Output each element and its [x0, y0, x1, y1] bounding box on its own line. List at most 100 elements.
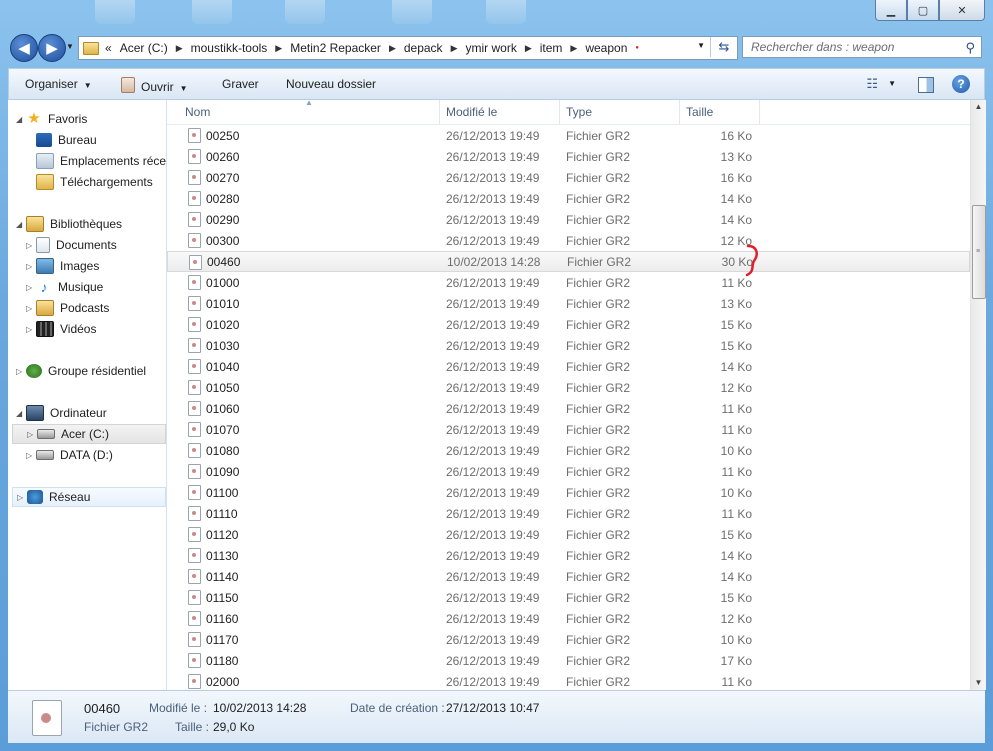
- file-row[interactable]: 02000 26/12/2013 19:49 Fichier GR2 11 Ko: [167, 671, 970, 690]
- expanded-arrow-icon[interactable]: ◢: [16, 220, 26, 229]
- sidebar-item-network[interactable]: ▷ Réseau: [12, 487, 166, 507]
- file-row[interactable]: 01120 26/12/2013 19:49 Fichier GR2 15 Ko: [167, 524, 970, 545]
- column-header-size[interactable]: Taille: [686, 105, 713, 119]
- file-row[interactable]: 00260 26/12/2013 19:49 Fichier GR2 13 Ko: [167, 146, 970, 167]
- breadcrumb-ymir-work[interactable]: ymir work ▶: [465, 41, 539, 55]
- sidebar-item-computer[interactable]: ◢ Ordinateur: [16, 403, 107, 423]
- file-row[interactable]: 00280 26/12/2013 19:49 Fichier GR2 14 Ko: [167, 188, 970, 209]
- new-folder-button[interactable]: Nouveau dossier: [286, 77, 376, 91]
- scroll-down-button[interactable]: ▼: [971, 676, 986, 690]
- file-row[interactable]: 00290 26/12/2013 19:49 Fichier GR2 14 Ko: [167, 209, 970, 230]
- sidebar-item-videos[interactable]: ▷ Vidéos: [26, 319, 96, 339]
- file-row[interactable]: 01020 26/12/2013 19:49 Fichier GR2 15 Ko: [167, 314, 970, 335]
- chevron-right-icon[interactable]: ▶: [176, 43, 183, 54]
- sidebar-item-recent-places[interactable]: Emplacements récents: [36, 151, 166, 171]
- column-header-name[interactable]: Nom: [185, 105, 210, 119]
- sidebar-item-images[interactable]: ▷ Images: [26, 256, 99, 276]
- collapsed-arrow-icon[interactable]: ▷: [26, 283, 36, 292]
- breadcrumb-moustikk-tools[interactable]: moustikk-tools ▶: [191, 41, 291, 55]
- collapsed-arrow-icon[interactable]: ▷: [16, 367, 26, 376]
- close-button[interactable]: ✕: [939, 0, 985, 21]
- minimize-button[interactable]: ▁: [875, 0, 907, 21]
- expanded-arrow-icon[interactable]: ◢: [16, 409, 26, 418]
- view-options-icon[interactable]: ☷: [866, 76, 878, 92]
- file-row[interactable]: 01000 26/12/2013 19:49 Fichier GR2 11 Ko: [167, 272, 970, 293]
- collapsed-arrow-icon[interactable]: ▷: [26, 241, 36, 250]
- file-row[interactable]: 01170 26/12/2013 19:49 Fichier GR2 10 Ko: [167, 629, 970, 650]
- file-row[interactable]: 01160 26/12/2013 19:49 Fichier GR2 12 Ko: [167, 608, 970, 629]
- breadcrumb-weapon[interactable]: weapon ●: [585, 41, 647, 55]
- collapsed-arrow-icon[interactable]: ▷: [26, 325, 36, 334]
- file-row[interactable]: 01050 26/12/2013 19:49 Fichier GR2 12 Ko: [167, 377, 970, 398]
- file-row[interactable]: 00270 26/12/2013 19:49 Fichier GR2 16 Ko: [167, 167, 970, 188]
- file-row[interactable]: 01150 26/12/2013 19:49 Fichier GR2 15 Ko: [167, 587, 970, 608]
- file-row[interactable]: 01180 26/12/2013 19:49 Fichier GR2 17 Ko: [167, 650, 970, 671]
- file-row[interactable]: 01070 26/12/2013 19:49 Fichier GR2 11 Ko: [167, 419, 970, 440]
- maximize-button[interactable]: ▢: [907, 0, 939, 21]
- vertical-scrollbar[interactable]: ▲ ≡ ▼: [970, 100, 986, 690]
- scroll-up-button[interactable]: ▲: [971, 100, 986, 114]
- file-row[interactable]: 01010 26/12/2013 19:49 Fichier GR2 13 Ko: [167, 293, 970, 314]
- sidebar-item-libraries[interactable]: ◢ Bibliothèques: [16, 214, 122, 234]
- sidebar-item-homegroup[interactable]: ▷ Groupe résidentiel: [16, 361, 146, 381]
- breadcrumb-acer-c[interactable]: Acer (C:) ▶: [120, 41, 191, 55]
- back-button[interactable]: ◀: [10, 34, 38, 62]
- search-icon[interactable]: ⚲: [965, 40, 975, 56]
- chevron-right-icon[interactable]: ▶: [389, 43, 396, 54]
- address-bar[interactable]: « Acer (C:) ▶ moustikk-tools ▶ Metin2 Repa…: [78, 36, 738, 60]
- chevron-right-icon[interactable]: ●: [635, 45, 639, 51]
- burn-button[interactable]: Graver: [222, 77, 259, 91]
- address-dropdown[interactable]: ▼: [697, 41, 705, 50]
- column-header-type[interactable]: Type: [566, 105, 592, 119]
- chevron-right-icon[interactable]: ▶: [275, 43, 282, 54]
- chevron-right-icon[interactable]: ▶: [451, 43, 458, 54]
- chevron-right-icon[interactable]: ▶: [570, 43, 577, 54]
- sidebar-item-music[interactable]: ▷ ♪ Musique: [26, 277, 103, 297]
- file-row[interactable]: 01080 26/12/2013 19:49 Fichier GR2 10 Ko: [167, 440, 970, 461]
- breadcrumb-item[interactable]: item ▶: [540, 41, 586, 55]
- forward-button[interactable]: ▶: [38, 34, 66, 62]
- recent-pages-dropdown[interactable]: ▼: [66, 42, 74, 51]
- scroll-thumb[interactable]: ≡: [972, 205, 986, 299]
- file-row[interactable]: 01140 26/12/2013 19:49 Fichier GR2 14 Ko: [167, 566, 970, 587]
- sidebar-item-downloads[interactable]: Téléchargements: [36, 172, 153, 192]
- file-row[interactable]: 01130 26/12/2013 19:49 Fichier GR2 14 Ko: [167, 545, 970, 566]
- refresh-button[interactable]: ⇆: [710, 37, 737, 57]
- column-divider[interactable]: [759, 100, 760, 124]
- column-header-modified[interactable]: Modifié le: [446, 105, 497, 119]
- sidebar-item-drive-c[interactable]: ▷ Acer (C:): [12, 424, 166, 444]
- file-row[interactable]: 01030 26/12/2013 19:49 Fichier GR2 15 Ko: [167, 335, 970, 356]
- collapsed-arrow-icon[interactable]: ▷: [17, 493, 27, 502]
- preview-pane-icon[interactable]: [918, 77, 934, 93]
- view-dropdown[interactable]: ▼: [888, 79, 896, 88]
- file-row[interactable]: 00300 26/12/2013 19:49 Fichier GR2 12 Ko: [167, 230, 970, 251]
- help-button[interactable]: ?: [952, 75, 970, 93]
- breadcrumb-metin2-repacker[interactable]: Metin2 Repacker ▶: [290, 41, 404, 55]
- column-divider[interactable]: [679, 100, 680, 124]
- column-divider[interactable]: [439, 100, 440, 124]
- sidebar-item-favorites[interactable]: ◢ ★ Favoris: [16, 109, 87, 129]
- open-button[interactable]: Ouvrir ▼: [121, 77, 188, 94]
- file-row[interactable]: 01110 26/12/2013 19:49 Fichier GR2 11 Ko: [167, 503, 970, 524]
- collapsed-arrow-icon[interactable]: ▷: [26, 304, 36, 313]
- breadcrumb-depack[interactable]: depack ▶: [404, 41, 466, 55]
- file-row[interactable]: 01100 26/12/2013 19:49 Fichier GR2 10 Ko: [167, 482, 970, 503]
- column-divider[interactable]: [559, 100, 560, 124]
- organize-button[interactable]: Organiser ▼: [25, 77, 92, 91]
- file-row[interactable]: 01060 26/12/2013 19:49 Fichier GR2 11 Ko: [167, 398, 970, 419]
- expanded-arrow-icon[interactable]: ◢: [16, 115, 26, 124]
- sidebar-item-drive-d[interactable]: ▷ DATA (D:): [26, 445, 113, 465]
- file-row[interactable]: 00250 26/12/2013 19:49 Fichier GR2 16 Ko: [167, 125, 970, 146]
- file-row[interactable]: 01040 26/12/2013 19:49 Fichier GR2 14 Ko: [167, 356, 970, 377]
- sidebar-item-podcasts[interactable]: ▷ Podcasts: [26, 298, 109, 318]
- breadcrumb-overflow[interactable]: «: [105, 41, 120, 55]
- chevron-right-icon[interactable]: ▶: [525, 43, 532, 54]
- file-row[interactable]: 01090 26/12/2013 19:49 Fichier GR2 11 Ko: [167, 461, 970, 482]
- sidebar-item-desktop[interactable]: Bureau: [36, 130, 97, 150]
- sidebar-item-documents[interactable]: ▷ Documents: [26, 235, 117, 255]
- collapsed-arrow-icon[interactable]: ▷: [26, 262, 36, 271]
- collapsed-arrow-icon[interactable]: ▷: [27, 430, 37, 439]
- file-row[interactable]: 00460 10/02/2013 14:28 Fichier GR2 30 Ko: [167, 251, 970, 272]
- search-input[interactable]: Rechercher dans : weapon ⚲: [742, 36, 982, 58]
- collapsed-arrow-icon[interactable]: ▷: [26, 451, 36, 460]
